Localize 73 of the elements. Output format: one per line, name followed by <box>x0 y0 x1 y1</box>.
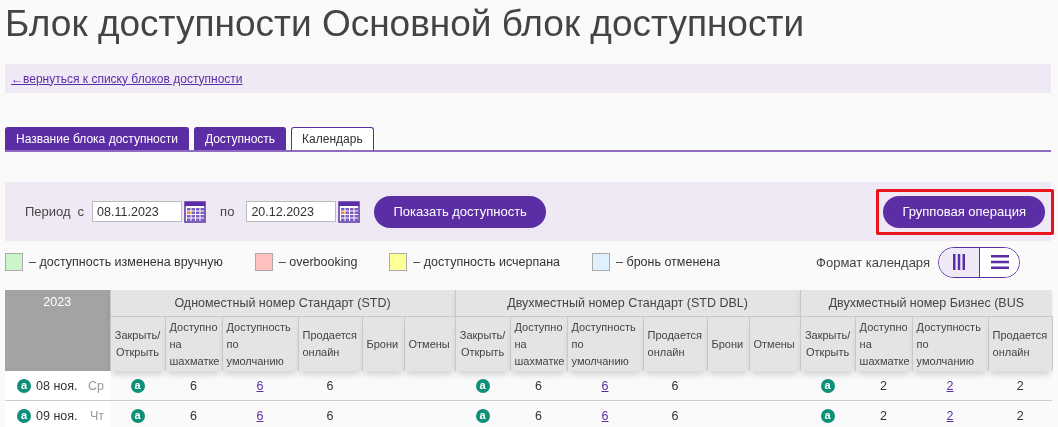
online-value: 2 <box>1016 408 1024 423</box>
status-badge[interactable]: a <box>820 378 835 393</box>
date-text: 09 ноя. <box>36 408 78 423</box>
column-header: Доступность по умолчанию <box>567 316 643 371</box>
chessboard-value: 2 <box>880 378 888 393</box>
tab[interactable]: Название блока доступности <box>5 127 189 150</box>
format-option-button[interactable] <box>979 247 1019 277</box>
legend-label: – доступность изменена вручную <box>29 255 223 269</box>
chessboard-value: 6 <box>535 378 542 393</box>
default-value-link[interactable]: 2 <box>946 408 954 423</box>
column-header: Брони <box>362 316 404 371</box>
calendar-icon[interactable] <box>338 200 361 223</box>
default-value-link[interactable]: 6 <box>601 378 609 393</box>
room-header: Двухместный номер Бизнес (BUS <box>800 290 1053 317</box>
weekday-text: Ср <box>88 378 104 393</box>
column-header: Доступно на шахматке <box>165 316 222 371</box>
chessboard-value: 6 <box>535 408 542 423</box>
back-link[interactable]: ←вернуться к списку блоков доступности <box>11 71 243 86</box>
from-label: с <box>77 204 85 219</box>
calendar-format-label: Формат календаря <box>816 254 930 270</box>
column-header: Закрыть/ Открыть <box>110 316 165 371</box>
default-value-link[interactable]: 6 <box>256 378 264 393</box>
legend-label: – доступность исчерпана <box>413 255 561 269</box>
weekday-text: Чт <box>89 408 104 423</box>
column-header: Доступность по умолчанию <box>912 316 989 371</box>
chessboard-value: 2 <box>880 408 888 423</box>
status-badge[interactable]: a <box>820 408 835 423</box>
period-label: Период <box>25 204 71 219</box>
legend-label: – overbooking <box>278 255 358 269</box>
show-availability-button[interactable]: Показать доступность <box>374 195 546 228</box>
default-value-link[interactable]: 6 <box>256 408 264 423</box>
status-badge: a <box>17 378 31 393</box>
format-option-button[interactable] <box>939 247 979 277</box>
status-badge[interactable]: a <box>475 408 490 423</box>
column-header: Отмены <box>749 316 801 371</box>
year-header: 2023 <box>5 290 110 371</box>
date-from-field[interactable]: 08.11.2023 <box>92 201 183 222</box>
page-title: Блок доступности Основной блок доступности <box>5 2 806 46</box>
online-value: 6 <box>671 408 679 423</box>
online-value: 6 <box>671 378 679 393</box>
status-badge[interactable]: a <box>475 378 490 393</box>
chessboard-value: 6 <box>190 408 197 423</box>
chessboard-value: 6 <box>190 378 197 393</box>
tab[interactable]: Доступность <box>193 127 287 150</box>
column-header: Продается онлайн <box>643 316 707 371</box>
status-badge: a <box>17 408 31 423</box>
to-label: по <box>220 204 235 219</box>
column-header: Доступность по умолчанию <box>222 316 298 371</box>
room-header: Одноместный номер Стандарт (STD) <box>110 290 455 317</box>
column-header: Продается онлайн <box>988 316 1053 371</box>
column-header: Закрыть/ Открыть <box>455 316 510 371</box>
default-value-link[interactable]: 6 <box>601 408 609 423</box>
room-header: Двухместный номер Стандарт (STD DBL) <box>455 290 801 317</box>
online-value: 6 <box>326 378 334 393</box>
column-header: Отмены <box>404 316 455 371</box>
online-value: 6 <box>326 408 334 423</box>
legend-label: – бронь отменена <box>616 255 721 269</box>
default-value-link[interactable]: 2 <box>946 378 954 393</box>
column-header: Продается онлайн <box>298 316 362 371</box>
columns-icon <box>952 254 966 270</box>
column-header: Доступно на шахматке <box>510 316 567 371</box>
date-to-field[interactable]: 20.12.2023 <box>246 201 337 222</box>
column-header: Доступно на шахматке <box>855 316 913 371</box>
rows-icon <box>990 255 1009 269</box>
date-text: 08 ноя. <box>36 378 78 393</box>
column-header: Закрыть/ Открыть <box>800 316 856 371</box>
status-badge[interactable]: a <box>130 408 145 423</box>
group-operation-button[interactable]: Групповая операция <box>883 195 1045 228</box>
status-badge[interactable]: a <box>130 378 145 393</box>
column-header: Брони <box>707 316 749 371</box>
online-value: 2 <box>1016 378 1024 393</box>
tab[interactable]: Календарь <box>291 127 374 150</box>
calendar-icon[interactable] <box>184 200 207 223</box>
